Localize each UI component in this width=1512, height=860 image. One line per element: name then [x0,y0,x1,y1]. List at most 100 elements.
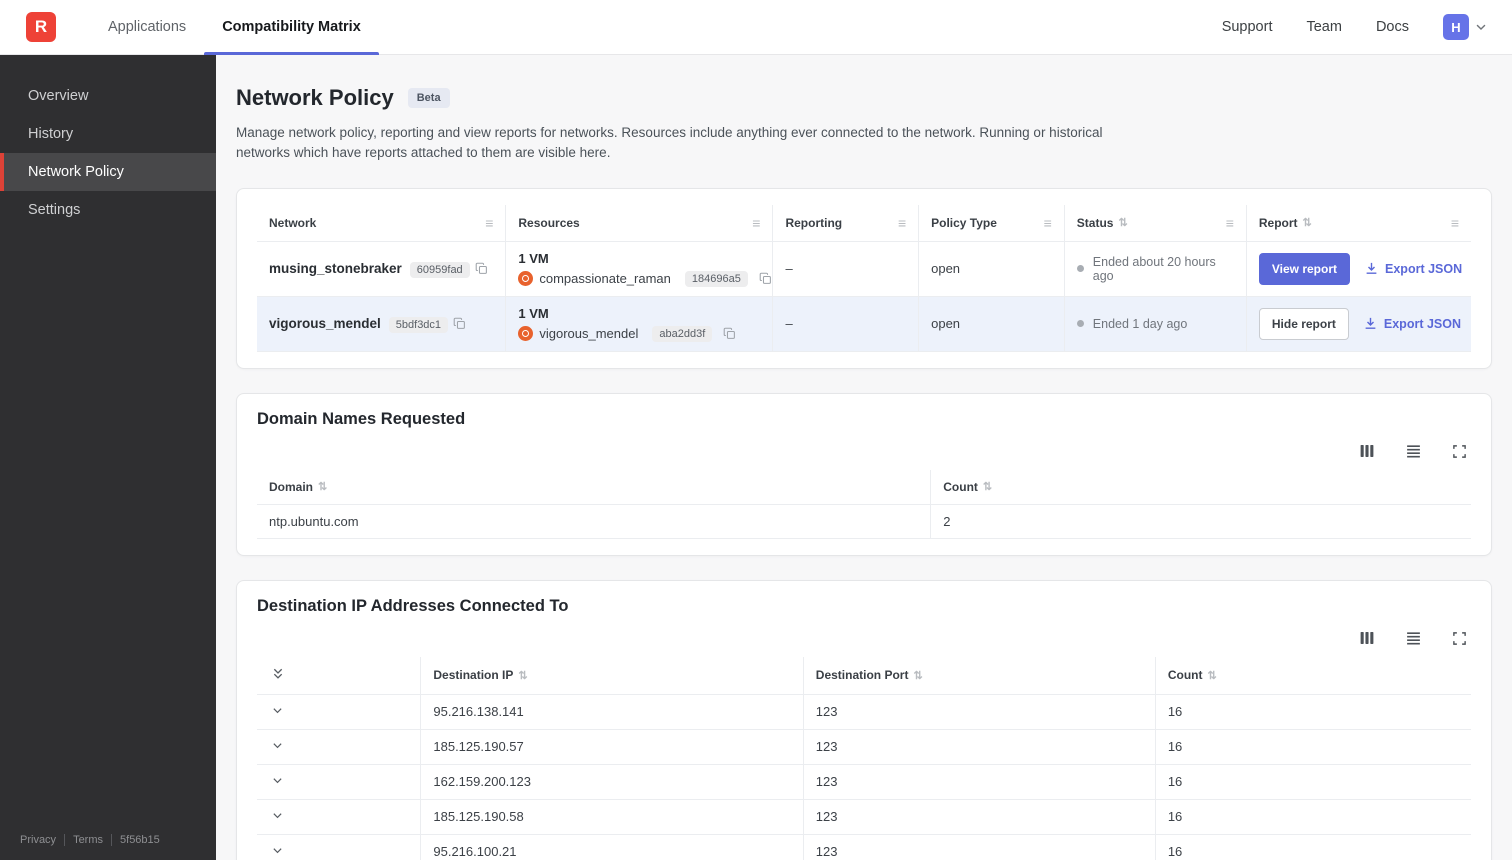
fullscreen-icon[interactable] [1452,444,1467,459]
sidebar-items: Overview History Network Policy Settings [0,77,216,229]
ips-header-row: Destination IP ⇅ Destination Port ⇅ Coun… [257,656,1471,695]
column-header[interactable]: Destination Port ⇅ [803,656,1156,695]
primary-nav: Applications Compatibility Matrix [90,0,379,55]
destination-ip: 95.216.138.141 [420,694,804,730]
row-density-icon[interactable] [1405,630,1422,647]
copy-icon[interactable] [453,317,466,330]
copy-icon[interactable] [723,327,736,340]
sort-icon[interactable]: ⇅ [1303,216,1312,229]
domains-header-row: Domain ⇅ Count ⇅ [257,469,1471,505]
copy-icon[interactable] [759,272,772,285]
expand-row-chevron-icon[interactable] [271,844,284,857]
ip-row[interactable]: 95.216.100.21 123 16 [257,834,1471,860]
column-header[interactable]: Count ⇅ [1155,656,1471,695]
topnav-item[interactable]: Applications [90,0,204,55]
export-json-link[interactable]: Export JSON [1364,261,1462,276]
column-header[interactable]: Reporting ≡ [772,204,920,242]
user-menu[interactable]: H [1443,14,1488,40]
destination-port: 123 [803,799,1156,835]
column-header[interactable]: Status ⇅ ≡ [1064,204,1247,242]
network-row[interactable]: musing_stonebraker 60959fad 1 VM compassi… [257,241,1471,297]
sort-icon[interactable]: ⇅ [913,669,922,682]
topnav-item[interactable]: Compatibility Matrix [204,0,379,55]
build-version: 5f56b15 [111,834,168,846]
columns-icon[interactable] [1359,630,1375,646]
sort-icon[interactable]: ⇅ [983,480,992,493]
export-json-label: Export JSON [1385,261,1463,276]
sort-icon[interactable]: ⇅ [1118,216,1127,229]
sidebar-item[interactable]: Settings [0,191,216,229]
topnav-item-label: Applications [108,19,187,35]
column-header[interactable]: Network ≡ [257,204,507,242]
reporting-value: – [772,241,920,297]
double-chevron-down-icon[interactable] [271,667,285,681]
resource-id-badge: aba2dd3f [652,325,713,342]
ip-row[interactable]: 162.159.200.123 123 16 [257,764,1471,800]
network-table-body: musing_stonebraker 60959fad 1 VM compassi… [257,241,1471,352]
privacy-link[interactable]: Privacy [20,834,64,846]
column-header[interactable]: Report ⇅ ≡ [1246,204,1471,242]
column-header[interactable]: Count ⇅ [930,469,1471,505]
download-icon [1363,316,1378,331]
chevron-down-icon[interactable] [1474,20,1488,34]
expand-row-chevron-icon[interactable] [271,739,284,752]
column-menu-icon[interactable]: ≡ [1044,215,1052,231]
column-label: Count [943,479,978,494]
column-menu-icon[interactable]: ≡ [1226,215,1234,231]
fullscreen-icon[interactable] [1452,631,1467,646]
column-label: Reporting [785,215,843,230]
sidebar-item[interactable]: Network Policy [0,153,216,191]
copy-icon[interactable] [475,262,488,275]
destination-ip: 185.125.190.57 [420,729,804,765]
export-json-link[interactable]: Export JSON [1363,316,1461,331]
report-toggle-button[interactable]: View report [1258,252,1351,285]
ip-row[interactable]: 95.216.138.141 123 16 [257,694,1471,730]
destination-ip: 185.125.190.58 [420,799,804,835]
download-icon [1364,261,1379,276]
sort-icon[interactable]: ⇅ [1207,669,1216,682]
column-header[interactable]: Resources ≡ [505,204,774,242]
app-logo[interactable]: R [26,12,56,42]
sidebar-item[interactable]: Overview [0,77,216,115]
column-label: Status [1076,215,1114,230]
expand-row-chevron-icon[interactable] [271,774,284,787]
sort-icon[interactable]: ⇅ [318,480,327,493]
column-menu-icon[interactable]: ≡ [1451,215,1459,231]
sidebar-item[interactable]: History [0,115,216,153]
column-header[interactable]: Domain ⇅ [257,469,932,505]
network-id-badge: 5bdf3dc1 [388,317,449,333]
row-density-icon[interactable] [1405,443,1422,460]
topnav-link[interactable]: Team [1306,19,1341,35]
column-menu-icon[interactable]: ≡ [485,215,493,231]
domain-count: 2 [930,504,1471,539]
topnav-link[interactable]: Support [1222,19,1273,35]
column-menu-icon[interactable]: ≡ [752,215,760,231]
ip-row[interactable]: 185.125.190.57 123 16 [257,729,1471,765]
network-table-card: Network ≡ Resources ≡ Reporting ≡ Policy… [236,187,1492,369]
network-id-badge: 60959fad [409,262,470,278]
terms-link[interactable]: Terms [64,834,111,846]
network-name: vigorous_mendel [269,316,381,331]
column-header[interactable]: Destination IP ⇅ [420,656,804,695]
column-label: Domain [269,479,314,494]
column-header[interactable]: Policy Type ≡ [918,204,1065,242]
expand-row-chevron-icon[interactable] [271,809,284,822]
network-row[interactable]: vigorous_mendel 5bdf3dc1 1 VM vigorous_me… [257,296,1471,352]
resource-name: compassionate_raman [539,271,671,286]
column-menu-icon[interactable]: ≡ [898,215,906,231]
ip-row[interactable]: 185.125.190.58 123 16 [257,799,1471,835]
expand-all-header[interactable] [257,656,422,695]
sidebar-footer: Privacy Terms 5f56b15 [0,820,216,860]
page-description: Manage network policy, reporting and vie… [236,125,1103,161]
expand-row-chevron-icon[interactable] [271,704,284,717]
sort-icon[interactable]: ⇅ [518,669,527,682]
network-table: Network ≡ Resources ≡ Reporting ≡ Policy… [257,204,1471,352]
reporting-value: – [772,296,920,352]
domain-row[interactable]: ntp.ubuntu.com 2 [257,504,1471,539]
avatar[interactable]: H [1443,14,1469,40]
resource-os-icon [518,326,534,341]
topnav-link[interactable]: Docs [1376,19,1409,35]
columns-icon[interactable] [1359,443,1375,459]
report-toggle-button[interactable]: Hide report [1258,307,1349,340]
domains-card-title: Domain Names Requested [257,409,466,428]
